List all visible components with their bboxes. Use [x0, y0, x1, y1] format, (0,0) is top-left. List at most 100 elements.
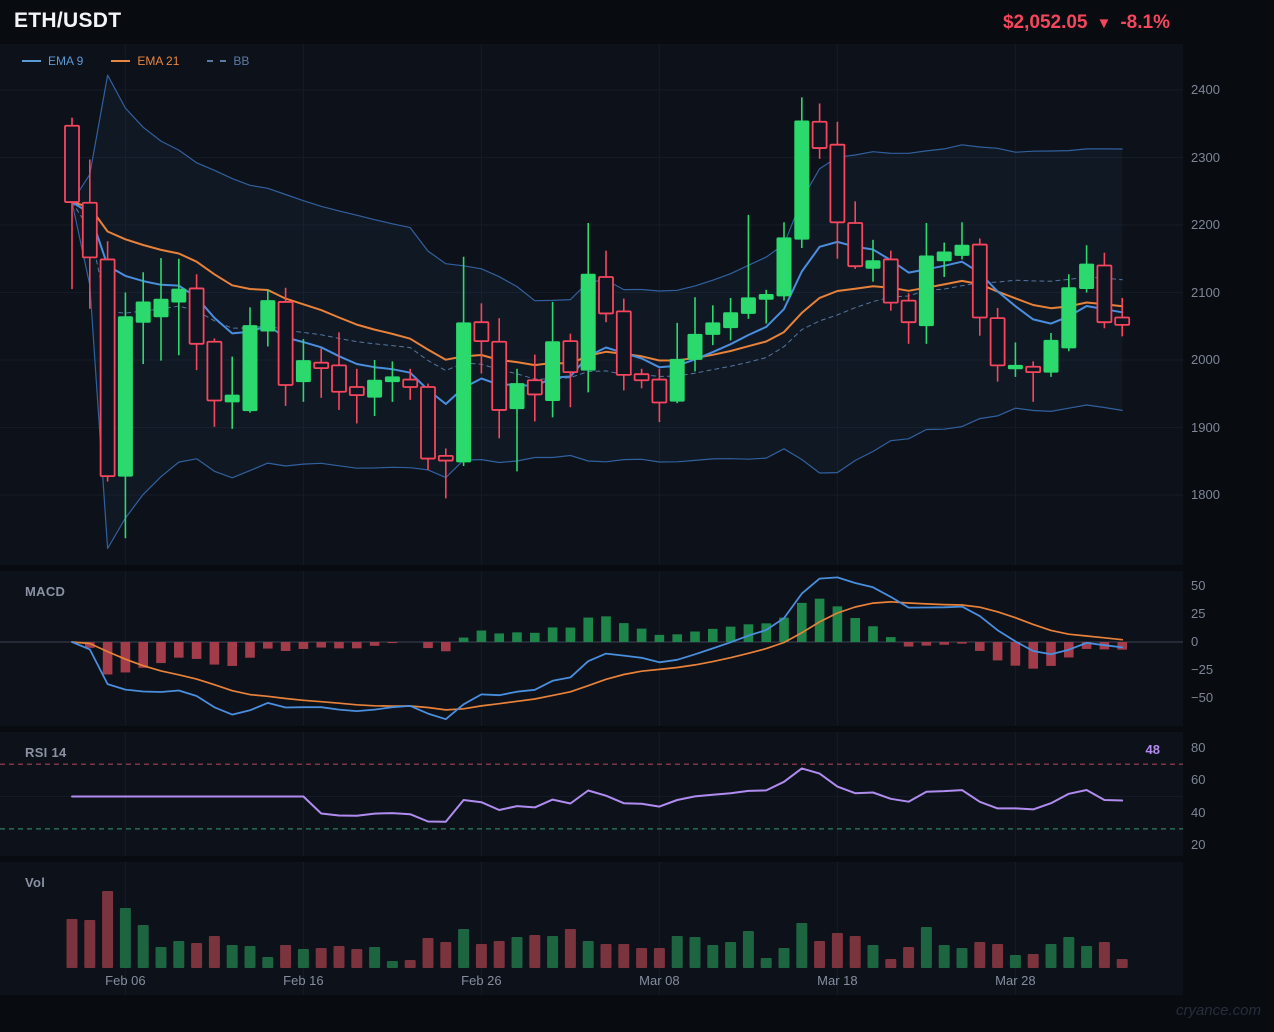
- macd-histogram-bar: [672, 634, 682, 642]
- candle-body: [617, 311, 631, 374]
- volume-bar: [84, 920, 95, 968]
- macd-histogram-bar: [583, 618, 593, 642]
- candle-body: [1115, 317, 1129, 324]
- macd-histogram-bar: [904, 642, 914, 647]
- candle-body: [1062, 288, 1076, 348]
- legend-item-ema9[interactable]: EMA 9: [22, 54, 83, 68]
- watermark: cryance.com: [1176, 1002, 1261, 1019]
- rsi-chart[interactable]: [0, 732, 1183, 856]
- volume-bar: [316, 948, 327, 968]
- rsi-label: RSI 14: [25, 745, 67, 760]
- macd-axis-label: −50: [1191, 690, 1213, 705]
- macd-chart[interactable]: [0, 571, 1183, 726]
- macd-histogram-bar: [850, 618, 860, 642]
- volume-bar: [761, 958, 772, 968]
- down-arrow-icon: ▼: [1097, 16, 1112, 31]
- price-axis-label: 1800: [1191, 487, 1220, 502]
- price-axis-label: 2000: [1191, 352, 1220, 367]
- volume-bar: [156, 947, 167, 968]
- candle-body: [919, 256, 933, 326]
- candle-body: [474, 322, 488, 341]
- volume-bar: [120, 908, 131, 968]
- candle-body: [350, 387, 364, 395]
- volume-bar: [138, 925, 149, 968]
- volume-bar: [707, 945, 718, 968]
- volume-bar: [334, 946, 345, 968]
- volume-bar: [832, 933, 843, 968]
- candle-body: [118, 317, 132, 476]
- candle-body: [368, 380, 382, 397]
- volume-bar: [405, 960, 416, 968]
- candle-body: [421, 387, 435, 459]
- price-chart-panel: EMA 9 EMA 21 BB: [0, 44, 1183, 565]
- volume-bar: [654, 948, 665, 968]
- volume-bar: [814, 941, 825, 968]
- volume-bar: [672, 936, 683, 968]
- legend-item-bb[interactable]: BB: [207, 54, 249, 68]
- candle-body: [688, 334, 702, 359]
- rsi-axis-label: 60: [1191, 772, 1205, 787]
- macd-histogram-bar: [227, 642, 237, 666]
- macd-histogram-bar: [103, 642, 113, 674]
- candle-body: [207, 342, 221, 401]
- candle-body: [795, 121, 809, 239]
- candle-body: [1026, 367, 1040, 372]
- macd-histogram-bar: [566, 628, 576, 642]
- price-axis-label: 2400: [1191, 82, 1220, 97]
- volume-bar: [1117, 959, 1128, 968]
- candle-body: [599, 277, 613, 313]
- price-axis-label: 2200: [1191, 217, 1220, 232]
- macd-histogram-bar: [334, 642, 344, 648]
- candle-body: [866, 261, 880, 268]
- candle-body: [1044, 340, 1058, 372]
- candlestick-chart[interactable]: [0, 44, 1183, 565]
- legend-label: BB: [233, 54, 249, 68]
- macd-histogram-bar: [210, 642, 220, 665]
- macd-histogram-bar: [744, 624, 754, 642]
- macd-histogram-bar: [477, 631, 487, 642]
- macd-histogram-bar: [530, 633, 540, 642]
- macd-histogram-bar: [1117, 642, 1127, 650]
- candle-body: [385, 377, 399, 382]
- macd-histogram-bar: [601, 616, 611, 642]
- volume-bar: [601, 944, 612, 968]
- legend-item-ema21[interactable]: EMA 21: [111, 54, 179, 68]
- candle-body: [1008, 365, 1022, 368]
- candle-body: [937, 252, 951, 261]
- candle-body: [403, 380, 417, 387]
- candle-body: [902, 301, 916, 323]
- candle-body: [706, 323, 720, 334]
- macd-histogram-bar: [1028, 642, 1038, 669]
- bb-swatch-icon: [207, 60, 226, 62]
- rsi-axis-label: 40: [1191, 805, 1205, 820]
- macd-axis-label: 50: [1191, 578, 1205, 593]
- macd-histogram-bar: [619, 623, 629, 642]
- macd-histogram-bar: [1011, 642, 1021, 666]
- macd-histogram-bar: [192, 642, 202, 659]
- macd-axis-label: 25: [1191, 606, 1205, 621]
- macd-histogram-bar: [352, 642, 362, 648]
- rsi-line: [72, 768, 1122, 821]
- candle-body: [777, 238, 791, 296]
- candle-body: [1097, 266, 1111, 323]
- candle-body: [848, 223, 862, 266]
- volume-bar: [583, 941, 594, 968]
- price-axis-label: 2300: [1191, 150, 1220, 165]
- macd-histogram-bar: [975, 642, 985, 651]
- macd-histogram-bar: [726, 627, 736, 642]
- candle-body: [1080, 264, 1094, 288]
- candle-body: [261, 301, 275, 331]
- ticker-price: $2,052.05 ▼ -8.1%: [1003, 12, 1170, 34]
- macd-histogram-bar: [797, 603, 807, 642]
- macd-histogram-bar: [156, 642, 166, 663]
- volume-bar: [1010, 955, 1021, 968]
- legend-label: EMA 9: [48, 54, 83, 68]
- candle-body: [759, 295, 773, 300]
- rsi-axis-label: 80: [1191, 740, 1205, 755]
- volume-bar: [494, 941, 505, 968]
- candle-body: [225, 395, 239, 402]
- ema21-swatch-icon: [111, 60, 130, 62]
- macd-histogram-bar: [708, 629, 718, 642]
- macd-histogram-bar: [370, 642, 380, 646]
- bollinger-band-fill: [72, 75, 1122, 548]
